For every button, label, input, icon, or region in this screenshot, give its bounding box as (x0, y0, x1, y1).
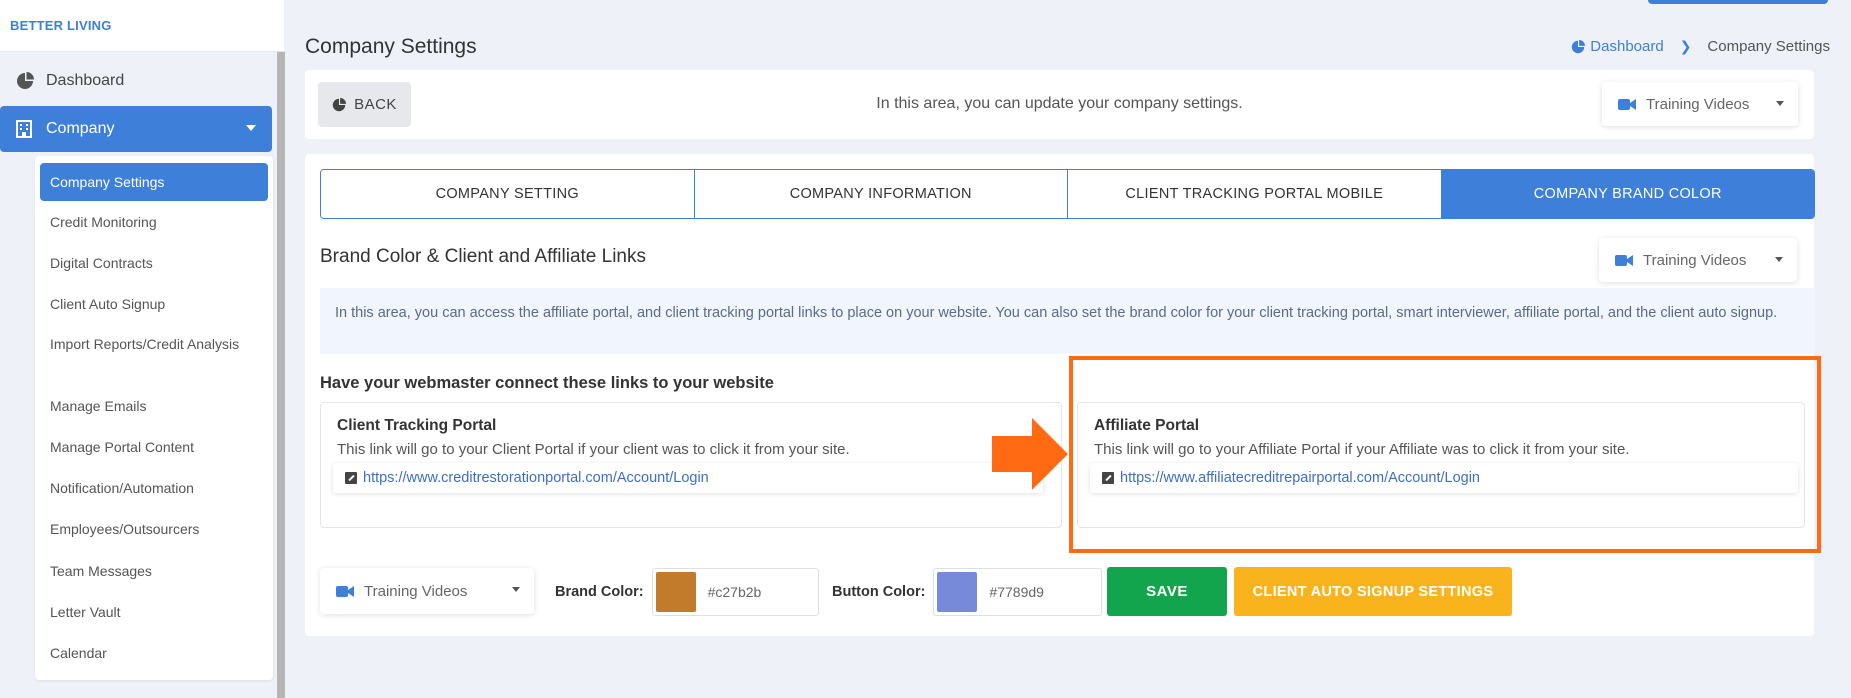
submenu-item-team-messages[interactable]: Team Messages (40, 561, 268, 581)
client-portal-link[interactable]: https://www.creditrestorationportal.com/… (333, 463, 1043, 493)
breadcrumb: Dashboard ❯ Company Settings (1571, 38, 1830, 55)
chevron-down-icon (246, 125, 256, 131)
submenu-item-calendar[interactable]: Calendar (40, 643, 268, 663)
links-heading: Have your webmaster connect these links … (320, 374, 774, 392)
dropdown-label: Training Videos (364, 582, 468, 600)
building-icon (16, 120, 34, 138)
submenu-item-manage-emails[interactable]: Manage Emails (40, 396, 268, 416)
video-camera-icon (1615, 254, 1633, 266)
tab-client-tracking-portal-mobile[interactable]: CLIENT TRACKING PORTAL MOBILE (1068, 170, 1442, 218)
brand-color-swatch[interactable] (655, 572, 696, 612)
submenu-item-credit-monitoring[interactable]: Credit Monitoring (40, 212, 268, 232)
breadcrumb-label: Dashboard (1590, 38, 1664, 55)
brand-color-input[interactable]: #c27b2b (651, 568, 819, 616)
tab-company-information[interactable]: COMPANY INFORMATION (694, 170, 1068, 218)
info-alert: In this area, you can access the affilia… (320, 288, 1815, 354)
submenu-item-manage-portal-content[interactable]: Manage Portal Content (40, 437, 268, 457)
brand-color-group: Brand Color: #c27b2b (555, 568, 819, 616)
sidebar-item-label: Dashboard (46, 72, 125, 89)
submenu-item-digital-contracts[interactable]: Digital Contracts (40, 253, 268, 273)
button-color-input[interactable]: #7789d9 (933, 568, 1103, 616)
button-color-swatch[interactable] (937, 572, 978, 612)
pie-chart-icon (16, 72, 34, 90)
client-portal-url[interactable]: https://www.creditrestorationportal.com/… (363, 470, 709, 486)
external-link-icon (345, 472, 357, 484)
submenu-item-client-auto-signup[interactable]: Client Auto Signup (40, 294, 268, 314)
sidebar-item-dashboard[interactable]: Dashboard (0, 58, 272, 104)
settings-header-card: BACK In this area, you can update your c… (305, 70, 1814, 139)
submenu-item-company-settings[interactable]: Company Settings (40, 163, 268, 201)
tab-company-brand-color[interactable]: COMPANY BRAND COLOR (1441, 170, 1814, 218)
section-title: Brand Color & Client and Affiliate Links (320, 246, 646, 267)
dropdown-label: Training Videos (1646, 95, 1750, 113)
card-title: Client Tracking Portal (337, 417, 497, 434)
brand-color-value[interactable]: #c27b2b (708, 584, 762, 600)
training-videos-dropdown[interactable]: Training Videos (1602, 82, 1798, 126)
submenu-item-import-reports[interactable]: Import Reports/Credit Analysis (40, 334, 240, 354)
settings-description: In this area, you can update your compan… (876, 95, 1243, 112)
training-videos-dropdown[interactable]: Training Videos (1599, 238, 1797, 282)
card-description: This link will go to your Client Portal … (337, 441, 850, 458)
settings-tabs: COMPANY SETTING COMPANY INFORMATION CLIE… (320, 169, 1815, 219)
breadcrumb-link-dashboard[interactable]: Dashboard (1571, 38, 1664, 55)
button-color-value[interactable]: #7789d9 (989, 584, 1044, 600)
top-action-button-edge[interactable] (1648, 0, 1828, 4)
caret-down-icon (512, 587, 520, 592)
sidebar-item-label: Company (46, 120, 115, 137)
caret-down-icon (1775, 257, 1783, 262)
company-submenu: Company Settings Credit Monitoring Digit… (35, 156, 273, 680)
video-camera-icon (336, 585, 354, 597)
chevron-right-icon: ❯ (1679, 38, 1692, 54)
highlight-box (1069, 356, 1821, 553)
training-videos-dropdown[interactable]: Training Videos (320, 568, 534, 614)
caret-down-icon (1776, 101, 1784, 106)
submenu-item-letter-vault[interactable]: Letter Vault (40, 602, 268, 622)
pie-chart-icon (1572, 39, 1586, 53)
sidebar: BETTER LIVING Dashboard Company Company … (0, 0, 285, 698)
video-camera-icon (1618, 98, 1636, 110)
sidebar-item-company[interactable]: Company (0, 106, 272, 152)
submenu-item-notification-automation[interactable]: Notification/Automation (40, 478, 268, 498)
arrow-right-icon (992, 418, 1068, 490)
submenu-item-employees-outsourcers[interactable]: Employees/Outsourcers (40, 519, 268, 539)
breadcrumb-current: Company Settings (1707, 38, 1830, 55)
save-button[interactable]: SAVE (1107, 567, 1227, 616)
tab-company-setting[interactable]: COMPANY SETTING (321, 170, 695, 218)
brand-color-label: Brand Color: (555, 584, 644, 600)
button-color-group: Button Color: #7789d9 (832, 568, 1103, 616)
sidebar-scrollbar[interactable] (277, 52, 285, 698)
page-title: Company Settings (305, 35, 477, 58)
button-color-label: Button Color: (832, 584, 926, 600)
dropdown-label: Training Videos (1643, 251, 1747, 269)
brand-logo[interactable]: BETTER LIVING (0, 0, 284, 52)
client-tracking-portal-card: Client Tracking Portal This link will go… (320, 402, 1062, 528)
client-auto-signup-settings-button[interactable]: CLIENT AUTO SIGNUP SETTINGS (1234, 567, 1512, 616)
